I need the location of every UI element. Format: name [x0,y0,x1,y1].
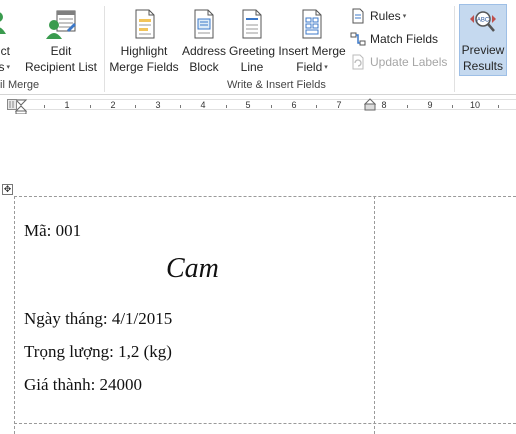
edit-recipient-list-label-2: Recipient List [24,60,98,74]
table-move-handle-icon[interactable]: ✥ [2,184,13,195]
label-border-middle [374,196,375,434]
edit-recipient-list-label-1: Edit [50,44,72,58]
insert-merge-field-icon [302,9,322,39]
chevron-down-icon: ▾ [324,63,328,71]
insert-merge-field-button[interactable]: Insert Merge Field ▾ [276,6,348,78]
rules-label: Rules [370,9,401,23]
update-labels-icon [352,54,364,70]
label-border-left [14,196,15,434]
trong-luong-field: Trọng lượng: 1,2 (kg) [24,342,172,361]
select-recipients-label-2: nts▾ [0,60,10,74]
address-block-label-1: Address [181,44,227,58]
label-border-top [14,196,516,197]
update-labels-label: Update Labels [370,55,448,69]
rules-button[interactable]: Rules ▾ [350,6,406,26]
highlight-merge-fields-button[interactable]: Highlight Merge Fields [108,6,180,78]
select-recipients-button[interactable]: ct nts▾ [0,6,10,78]
gia-thanh-field: Giá thành: 24000 [24,375,143,394]
preview-results-label-2: Results [462,59,503,73]
insert-merge-field-label-1: Insert Merge [278,44,346,58]
highlight-merge-fields-label-2: Merge Fields [109,60,179,74]
greeting-line-label-1: Greeting [228,44,276,58]
write-insert-fields-group-label: Write & Insert Fields [227,79,326,91]
address-block-icon [194,9,214,39]
preview-results-label-1: Preview [461,43,505,57]
address-block-label-2: Block [189,60,219,74]
rules-icon [352,8,364,24]
match-fields-label: Match Fields [370,32,439,46]
column-marker-icon[interactable] [364,98,376,112]
table-column-marker-icon[interactable] [7,99,17,111]
group-separator [104,6,105,92]
match-fields-icon [350,32,366,46]
svg-text:ABC: ABC [477,18,490,24]
match-fields-button[interactable]: Match Fields [350,29,438,49]
address-block-button[interactable]: Address Block [180,6,228,78]
group-separator [454,6,455,92]
document-area[interactable]: ✥ Mã: 001 Cam Ngày tháng: 4/1/2015 Trọng… [0,114,516,434]
greeting-line-label-2: Line [240,60,264,74]
ruler-ticks [0,99,516,110]
chevron-down-icon: ▾ [402,12,407,20]
recipients-icon [0,12,6,34]
insert-merge-field-label-2: Field ▾ [296,60,328,74]
edit-recipient-list-button[interactable]: Edit Recipient List [24,6,98,78]
select-recipients-label-1: ct [0,44,10,58]
update-labels-button[interactable]: Update Labels [350,52,447,72]
greeting-line-icon [242,9,262,39]
highlight-merge-fields-label-1: Highlight [120,44,168,58]
product-title: Cam [166,253,219,284]
label-border-bottom [14,423,516,424]
preview-results-button[interactable]: ABC Preview Results [459,4,507,76]
edit-recipient-list-icon [46,10,76,39]
start-mail-merge-group-label: il Merge [0,79,40,91]
ribbon: ct nts▾ Edit Recipient List il Merge Hig [0,0,516,95]
greeting-line-button[interactable]: Greeting Line [228,6,276,78]
preview-results-icon: ABC [470,11,496,32]
ngay-thang-field: Ngày tháng: 4/1/2015 [24,309,173,328]
horizontal-ruler[interactable]: 1 2 3 4 5 6 7 8 9 10 [0,96,516,114]
ma-field: Mã: 001 [24,221,82,240]
highlight-merge-fields-icon [135,9,155,39]
